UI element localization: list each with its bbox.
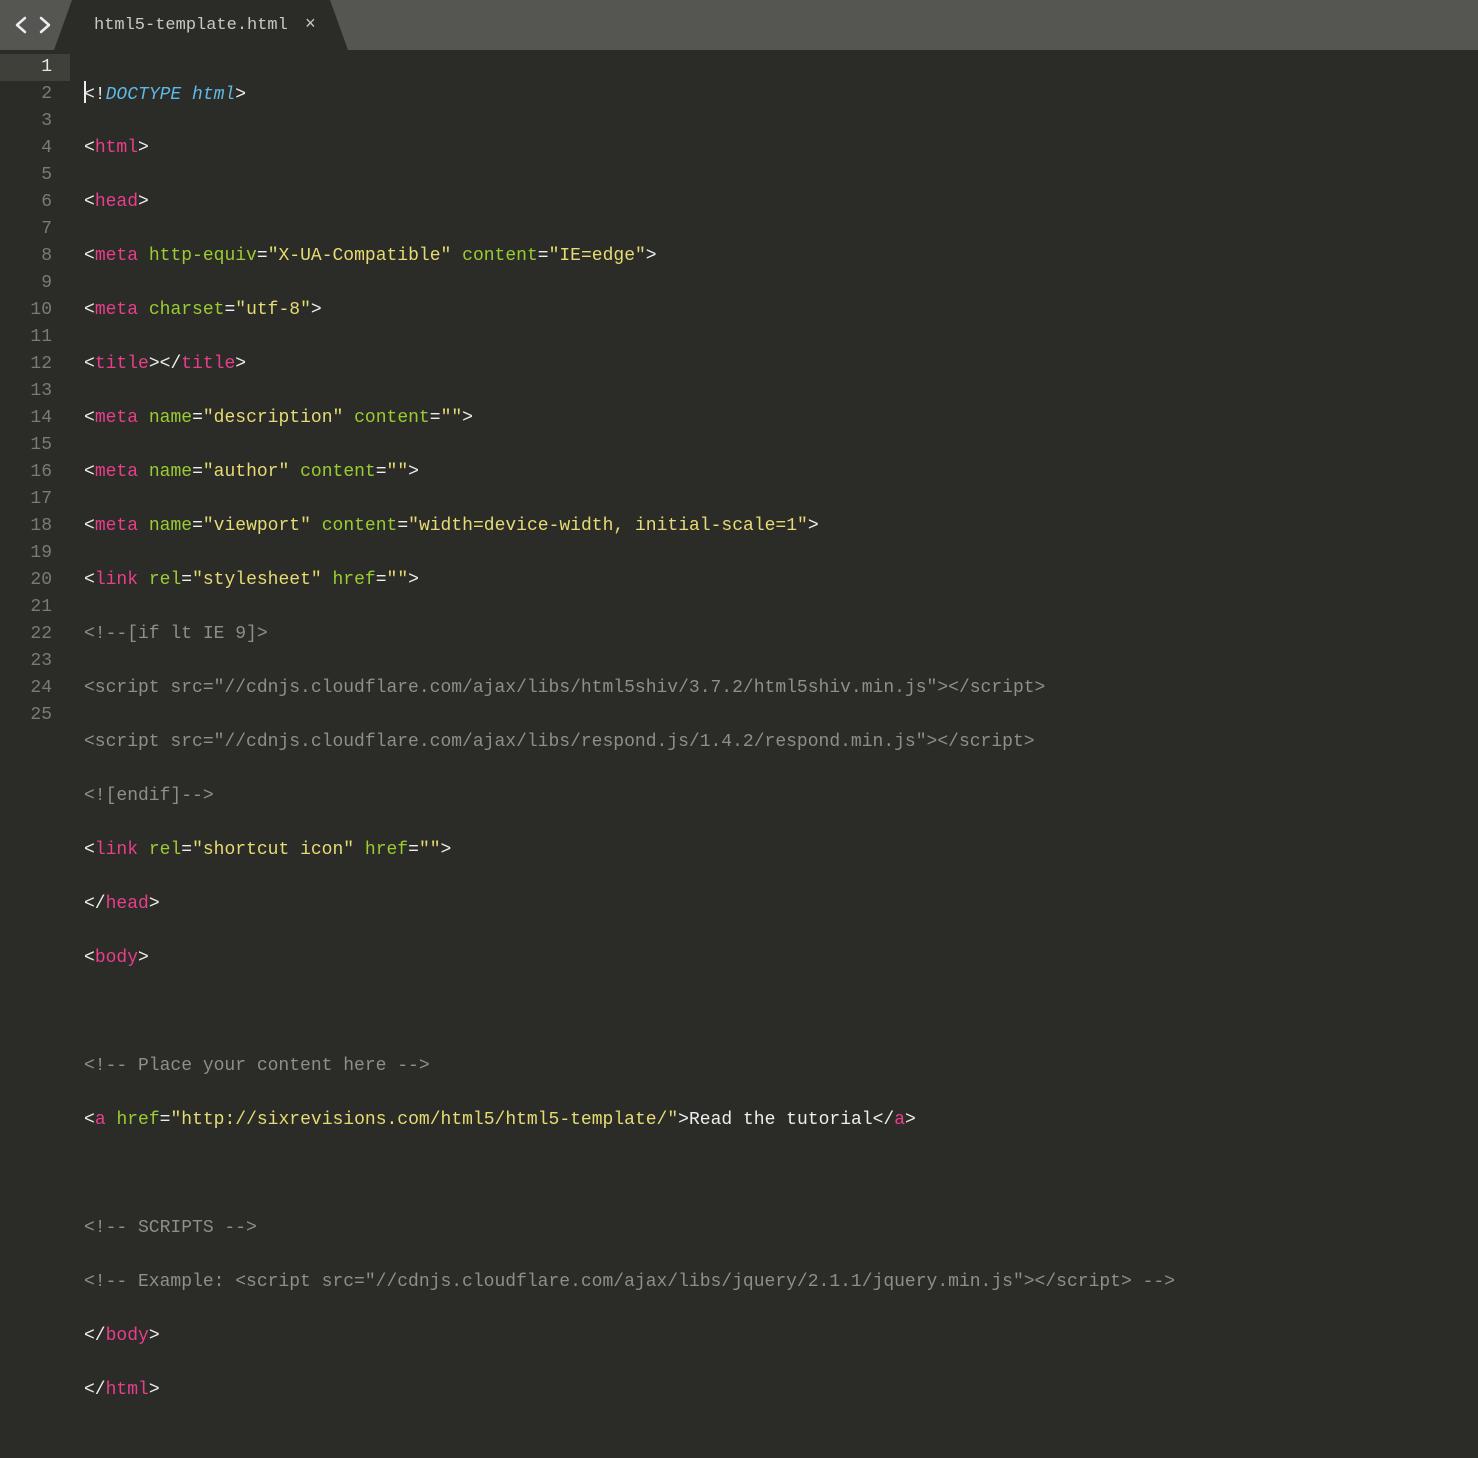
line-number: 23: [0, 648, 70, 675]
line-number: 20: [0, 567, 70, 594]
line-number: 8: [0, 243, 70, 270]
code-line: </html>: [84, 1377, 1478, 1404]
line-number: 21: [0, 594, 70, 621]
code-line: <meta name="author" content="">: [84, 459, 1478, 486]
code-line: <!-- Example: <script src="//cdnjs.cloud…: [84, 1269, 1478, 1296]
tab-bar: html5-template.html ×: [0, 0, 1478, 50]
line-number: 2: [0, 81, 70, 108]
line-number: 1: [0, 54, 70, 81]
code-line: <meta http-equiv="X-UA-Compatible" conte…: [84, 243, 1478, 270]
code-line: <!DOCTYPE html>: [84, 81, 1478, 108]
code-line: <body>: [84, 945, 1478, 972]
code-line: [84, 1161, 1478, 1188]
line-number: 24: [0, 675, 70, 702]
code-line: <meta name="description" content="">: [84, 405, 1478, 432]
editor: 1234567891011121314151617181920212223242…: [0, 50, 1478, 772]
code-line: </body>: [84, 1323, 1478, 1350]
code-line: <head>: [84, 189, 1478, 216]
code-line: <html>: [84, 135, 1478, 162]
nav-arrows: [0, 0, 62, 50]
tab-title: html5-template.html: [94, 16, 288, 35]
code-line: <!-- Place your content here -->: [84, 1053, 1478, 1080]
line-number: 22: [0, 621, 70, 648]
line-number: 17: [0, 486, 70, 513]
nav-back-icon[interactable]: [14, 16, 28, 34]
code-line: <title></title>: [84, 351, 1478, 378]
line-number: 5: [0, 162, 70, 189]
line-number: 3: [0, 108, 70, 135]
line-number: 6: [0, 189, 70, 216]
code-line: <meta charset="utf-8">: [84, 297, 1478, 324]
line-number-gutter: 1234567891011121314151617181920212223242…: [0, 50, 70, 772]
code-line: <![endif]-->: [84, 783, 1478, 810]
line-number: 10: [0, 297, 70, 324]
code-line: <!--[if lt IE 9]>: [84, 621, 1478, 648]
code-line: <!-- SCRIPTS -->: [84, 1215, 1478, 1242]
code-area[interactable]: <!DOCTYPE html> <html> <head> <meta http…: [70, 50, 1478, 772]
code-line: [84, 999, 1478, 1026]
line-number: 15: [0, 432, 70, 459]
code-line: <link rel="stylesheet" href="">: [84, 567, 1478, 594]
file-tab[interactable]: html5-template.html ×: [72, 0, 330, 50]
line-number: 25: [0, 702, 70, 729]
code-line: </head>: [84, 891, 1478, 918]
code-line: <script src="//cdnjs.cloudflare.com/ajax…: [84, 675, 1478, 702]
line-number: 16: [0, 459, 70, 486]
line-number: 13: [0, 378, 70, 405]
code-line: <script src="//cdnjs.cloudflare.com/ajax…: [84, 729, 1478, 756]
line-number: 14: [0, 405, 70, 432]
line-number: 4: [0, 135, 70, 162]
nav-forward-icon[interactable]: [38, 16, 52, 34]
close-icon[interactable]: ×: [305, 16, 316, 34]
line-number: 9: [0, 270, 70, 297]
code-line: <a href="http://sixrevisions.com/html5/h…: [84, 1107, 1478, 1134]
line-number: 7: [0, 216, 70, 243]
line-number: 11: [0, 324, 70, 351]
code-line: <link rel="shortcut icon" href="">: [84, 837, 1478, 864]
code-line: <meta name="viewport" content="width=dev…: [84, 513, 1478, 540]
line-number: 18: [0, 513, 70, 540]
line-number: 19: [0, 540, 70, 567]
line-number: 12: [0, 351, 70, 378]
